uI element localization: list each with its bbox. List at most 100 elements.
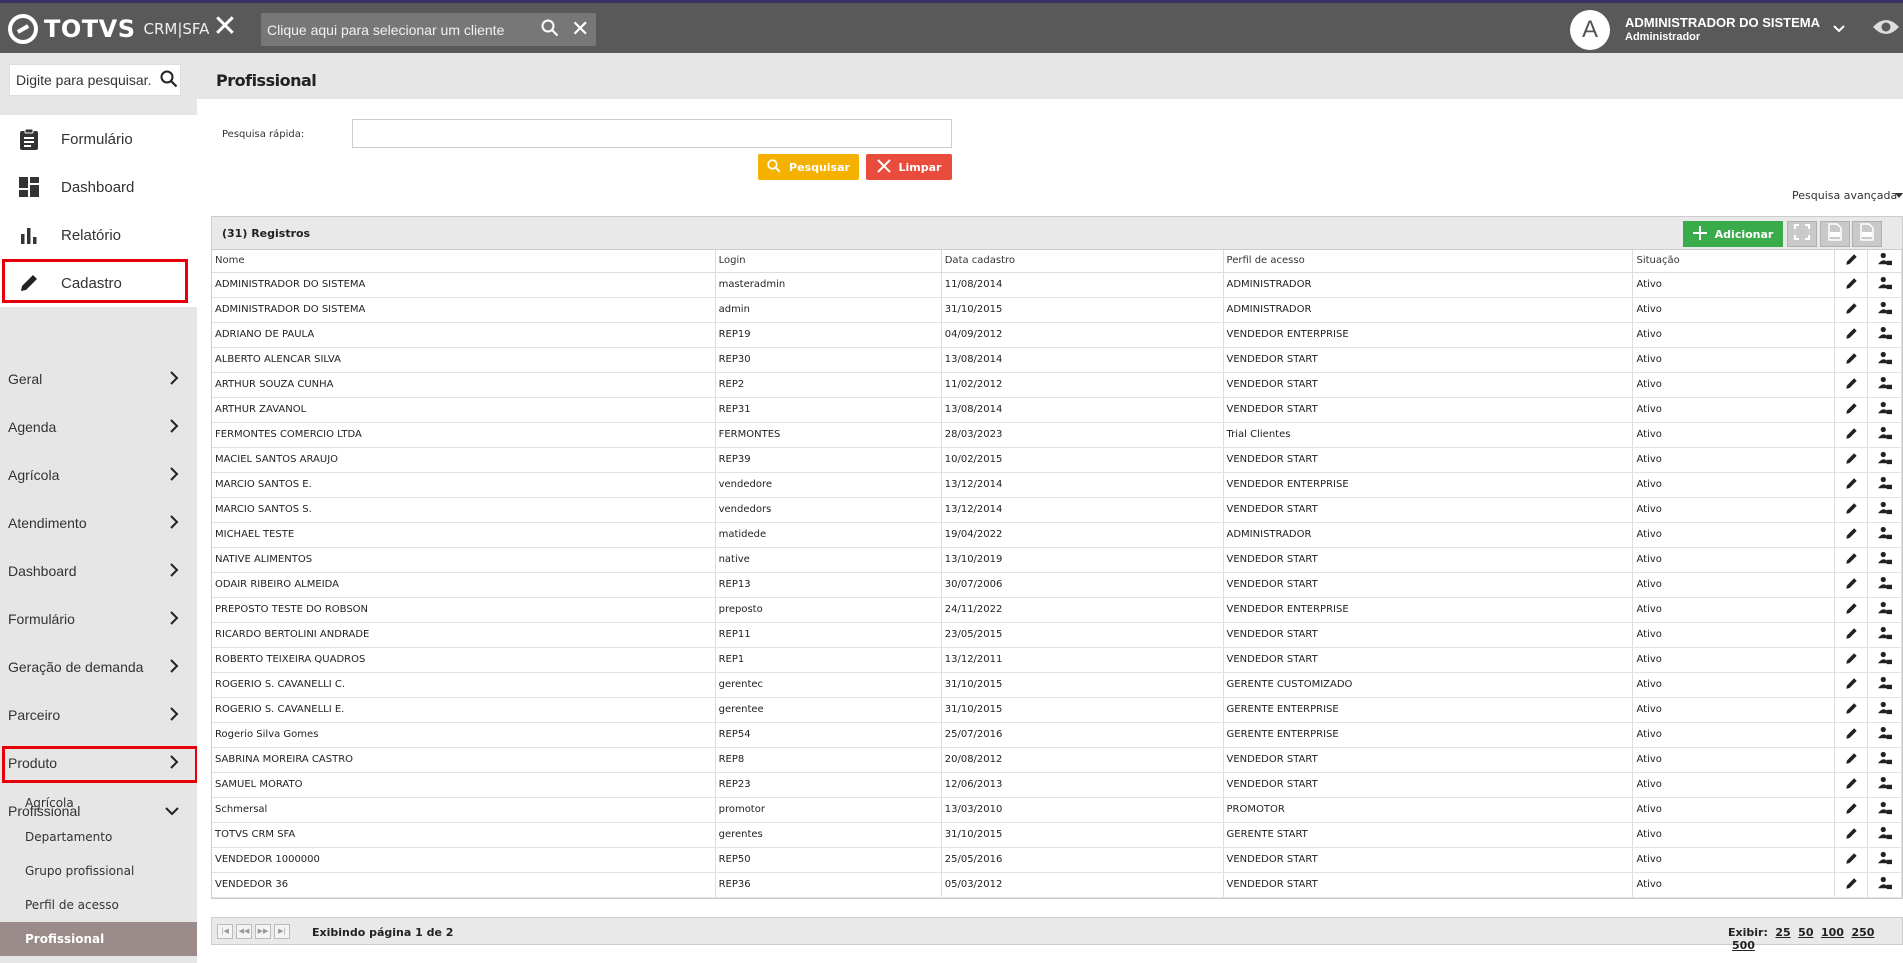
user-access-button[interactable] — [1867, 747, 1902, 773]
prev-page-button[interactable]: ◀◀ — [236, 924, 252, 939]
user-access-button[interactable] — [1867, 722, 1902, 748]
user-access-button[interactable] — [1867, 847, 1902, 873]
section-agenda[interactable]: Agenda — [0, 403, 197, 451]
caret-down-icon[interactable] — [1895, 193, 1903, 198]
edit-row-button[interactable] — [1834, 872, 1869, 898]
table-row[interactable]: ODAIR RIBEIRO ALMEIDA REP13 30/07/2006 VEND… — [212, 572, 1902, 598]
table-row[interactable]: ROGERIO S. CAVANELLI E. gerentee 31/10/201… — [212, 697, 1902, 723]
table-row[interactable]: MARCIO SANTOS S. vendedors 13/12/2014 VENDE… — [212, 497, 1902, 523]
chevron-down-icon[interactable] — [1832, 19, 1846, 38]
edit-row-button[interactable] — [1834, 547, 1869, 573]
user-access-button[interactable] — [1867, 797, 1902, 823]
edit-row-button[interactable] — [1834, 797, 1869, 823]
eye-icon[interactable] — [1872, 17, 1900, 41]
column-header-nome[interactable]: Nome — [212, 250, 716, 273]
edit-row-button[interactable] — [1834, 272, 1869, 298]
edit-row-button[interactable] — [1834, 722, 1869, 748]
submenu-item-agricola[interactable]: Agrícola — [0, 786, 197, 820]
table-row[interactable]: NATIVE ALIMENTOS native 13/10/2019 VENDEDOR… — [212, 547, 1902, 573]
edit-row-button[interactable] — [1834, 372, 1869, 398]
user-access-button[interactable] — [1867, 647, 1902, 673]
next-page-button[interactable]: ▶▶ — [255, 924, 271, 939]
section-geral[interactable]: Geral — [0, 355, 197, 403]
page-size-option[interactable]: 50 — [1798, 926, 1813, 939]
user-access-button[interactable] — [1867, 297, 1902, 323]
edit-row-button[interactable] — [1834, 672, 1869, 698]
user-access-button[interactable] — [1867, 697, 1902, 723]
first-page-button[interactable]: |◀ — [217, 924, 233, 939]
edit-row-button[interactable] — [1834, 447, 1869, 473]
sidebar-search[interactable] — [9, 64, 181, 96]
last-page-button[interactable]: ▶| — [274, 924, 290, 939]
search-icon[interactable] — [541, 19, 559, 41]
edit-row-button[interactable] — [1834, 522, 1869, 548]
user-access-button[interactable] — [1867, 322, 1902, 348]
edit-row-button[interactable] — [1834, 297, 1869, 323]
menu-item-relatorio[interactable]: Relatório — [0, 211, 197, 259]
edit-row-button[interactable] — [1834, 422, 1869, 448]
close-menu-icon[interactable]: ✕ — [210, 12, 240, 43]
user-access-button[interactable] — [1867, 347, 1902, 373]
export-xls-button[interactable] — [1852, 221, 1882, 247]
edit-row-button[interactable] — [1834, 347, 1869, 373]
user-access-button[interactable] — [1867, 372, 1902, 398]
table-row[interactable]: Rogerio Silva Gomes REP54 25/07/2016 GERENT… — [212, 722, 1902, 748]
table-row[interactable]: MACIEL SANTOS ARAUJO REP39 10/02/2015 VENDE… — [212, 447, 1902, 473]
table-row[interactable]: ADMINISTRADOR DO SISTEMA masteradmin 11/08… — [212, 272, 1902, 298]
client-selector[interactable]: ✕ — [261, 13, 596, 46]
search-icon[interactable] — [160, 70, 178, 92]
edit-row-button[interactable] — [1834, 697, 1869, 723]
advanced-search-link[interactable]: Pesquisa avançada — [1792, 189, 1897, 202]
edit-row-button[interactable] — [1834, 572, 1869, 598]
section-parceiro[interactable]: Parceiro — [0, 691, 197, 739]
submenu-item-departamento[interactable]: Departamento — [0, 820, 197, 854]
user-access-button[interactable] — [1867, 522, 1902, 548]
table-row[interactable]: PREPOSTO TESTE DO ROBSON preposto 24/11/20… — [212, 597, 1902, 623]
edit-row-button[interactable] — [1834, 847, 1869, 873]
section-dashboard[interactable]: Dashboard — [0, 547, 197, 595]
table-row[interactable]: ROGERIO S. CAVANELLI C. gerentec 31/10/201… — [212, 672, 1902, 698]
edit-row-button[interactable] — [1834, 597, 1869, 623]
page-size-option[interactable]: 500 — [1732, 939, 1755, 952]
column-header-perfil-de-acesso[interactable]: Perfil de acesso — [1223, 250, 1634, 273]
column-header-login[interactable]: Login — [715, 250, 942, 273]
edit-row-button[interactable] — [1834, 622, 1869, 648]
user-access-button[interactable] — [1867, 497, 1902, 523]
avatar[interactable]: A — [1570, 10, 1610, 50]
page-size-option[interactable]: 100 — [1821, 926, 1844, 939]
user-access-button[interactable] — [1867, 397, 1902, 423]
user-info[interactable]: ADMINISTRADOR DO SISTEMA Administrador — [1625, 15, 1820, 43]
table-row[interactable]: ARTHUR SOUZA CUNHA REP2 11/02/2012 VENDEDOR… — [212, 372, 1902, 398]
page-size-option[interactable]: 250 — [1851, 926, 1874, 939]
user-access-button[interactable] — [1867, 572, 1902, 598]
table-row[interactable]: VENDEDOR 36 REP36 05/03/2012 VENDEDOR START… — [212, 872, 1902, 898]
edit-row-button[interactable] — [1834, 497, 1869, 523]
brand-logo[interactable]: TOTVS CRM|SFA — [8, 13, 209, 45]
section-geracao-de-demanda[interactable]: Geração de demanda — [0, 643, 197, 691]
user-access-button[interactable] — [1867, 772, 1902, 798]
clear-button[interactable]: Limpar — [866, 154, 952, 180]
user-access-button[interactable] — [1867, 672, 1902, 698]
edit-row-button[interactable] — [1834, 472, 1869, 498]
table-row[interactable]: Schmersal promotor 13/03/2010 PROMOTOR Ativo — [212, 797, 1902, 823]
edit-row-button[interactable] — [1834, 772, 1869, 798]
section-formulario[interactable]: Formulário — [0, 595, 197, 643]
submenu-item-perfil-de-acesso[interactable]: Perfil de acesso — [0, 888, 197, 922]
table-row[interactable]: MARCIO SANTOS E. vendedore 13/12/2014 VENDE… — [212, 472, 1902, 498]
section-atendimento[interactable]: Atendimento — [0, 499, 197, 547]
table-row[interactable]: ARTHUR ZAVANOL REP31 13/08/2014 VENDEDOR ST… — [212, 397, 1902, 423]
table-row[interactable]: TOTVS CRM SFA gerentes 31/10/2015 GERENTE S… — [212, 822, 1902, 848]
client-search-input[interactable] — [261, 13, 521, 46]
add-button[interactable]: Adicionar — [1683, 221, 1783, 247]
page-size-option[interactable]: 25 — [1775, 926, 1790, 939]
user-access-button[interactable] — [1867, 597, 1902, 623]
table-row[interactable]: ADMINISTRADOR DO SISTEMA admin 31/10/2015 A… — [212, 297, 1902, 323]
user-access-button[interactable] — [1867, 622, 1902, 648]
quick-search-input[interactable] — [352, 119, 952, 148]
menu-item-dashboard[interactable]: Dashboard — [0, 163, 197, 211]
edit-row-button[interactable] — [1834, 647, 1869, 673]
user-access-button[interactable] — [1867, 447, 1902, 473]
table-row[interactable]: SAMUEL MORATO REP23 12/06/2013 VENDEDOR STA… — [212, 772, 1902, 798]
submenu-item-grupo-profissional[interactable]: Grupo profissional — [0, 854, 197, 888]
user-access-button[interactable] — [1867, 547, 1902, 573]
